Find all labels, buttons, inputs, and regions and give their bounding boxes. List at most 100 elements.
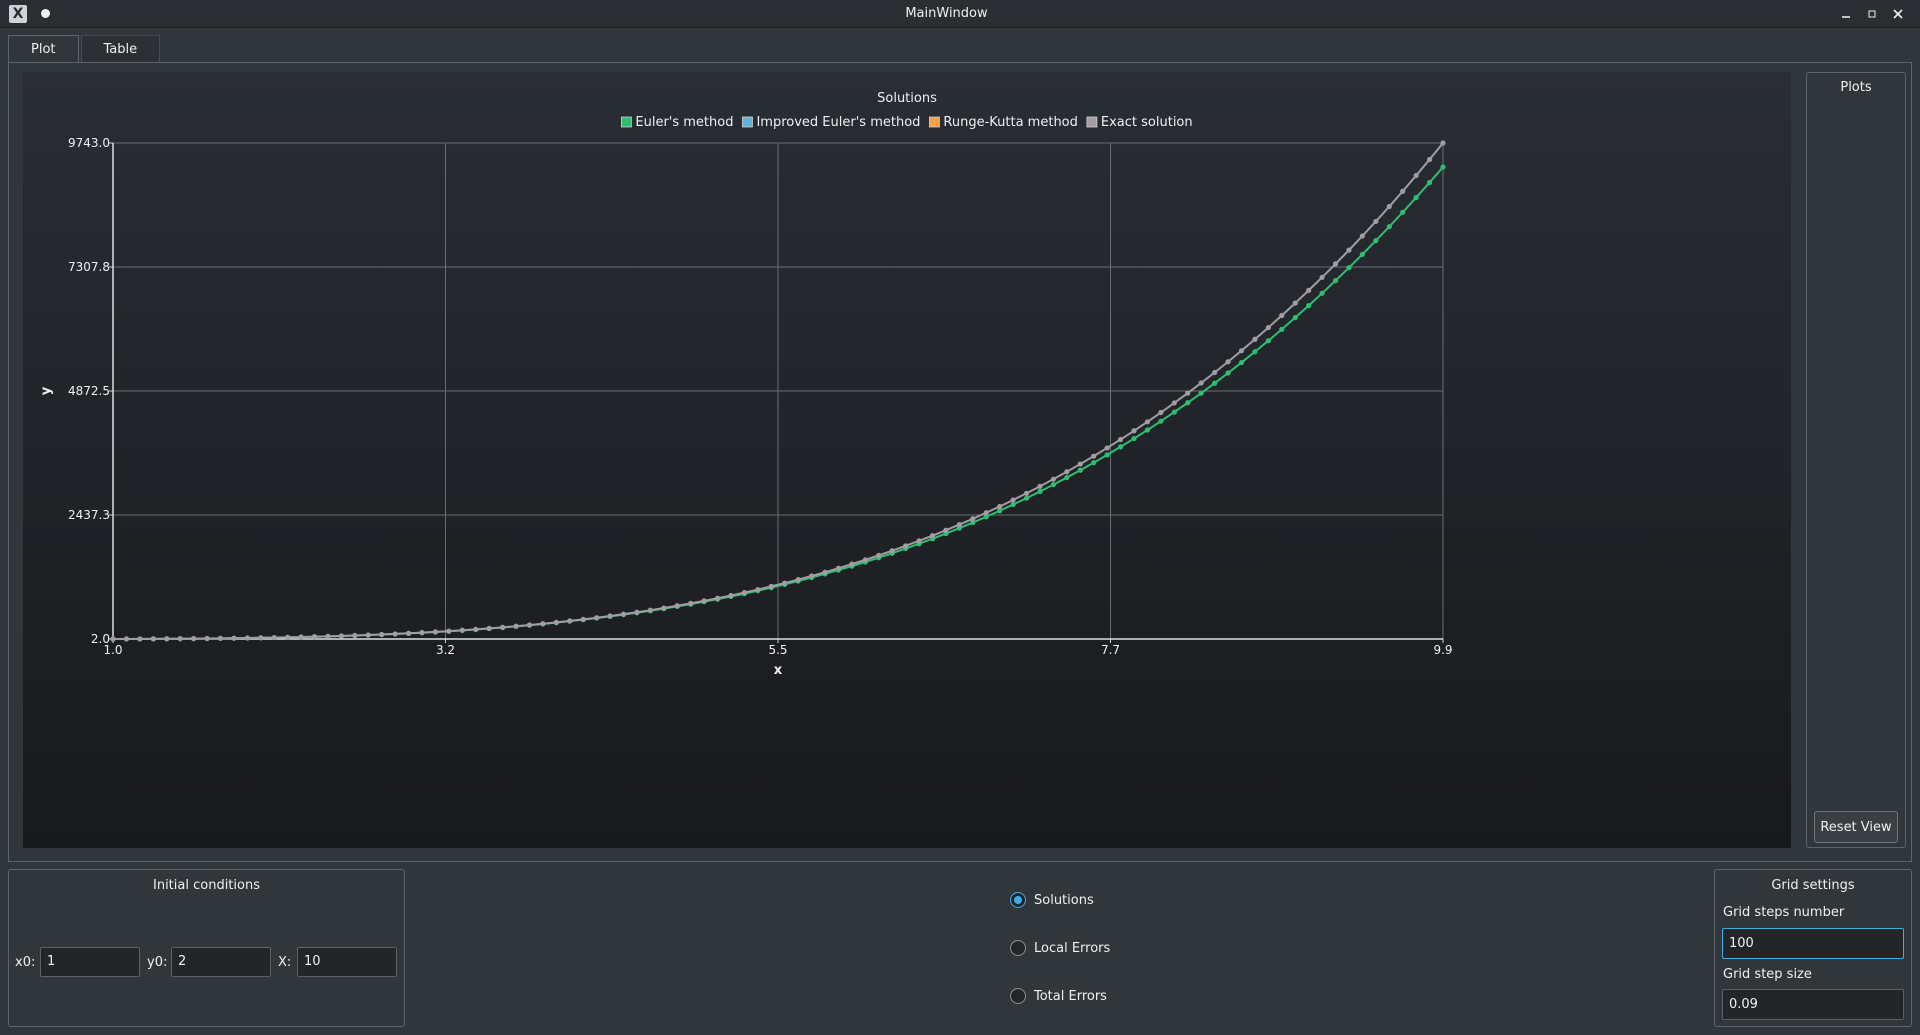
series-point-3 — [1238, 348, 1245, 354]
series-point-3 — [1117, 436, 1124, 443]
radio-solutions-label: Solutions — [1034, 892, 1094, 908]
series-point-3 — [1023, 490, 1030, 496]
series-point-3 — [1292, 300, 1298, 306]
y-tick-label: 9743.0 — [68, 136, 110, 150]
grid-step-size-input[interactable]: 0.09 — [1722, 989, 1904, 1020]
series-point-3 — [1037, 483, 1043, 489]
radio-total-errors[interactable]: Total Errors — [1010, 986, 1107, 1006]
series-point-3 — [701, 598, 707, 604]
legend-label-3: Exact solution — [1101, 115, 1193, 130]
radio-local-errors-button[interactable] — [1010, 940, 1026, 956]
tab-table[interactable]: Table — [80, 35, 161, 64]
series-point-0 — [1185, 400, 1191, 406]
series-point-3 — [862, 557, 868, 563]
series-point-3 — [647, 607, 653, 613]
series-point-3 — [405, 630, 412, 636]
series-point-3 — [1400, 188, 1406, 194]
series-point-3 — [808, 573, 815, 579]
series-point-3 — [379, 631, 385, 638]
series-point-0 — [1104, 452, 1110, 458]
X-input[interactable]: 10 — [297, 947, 397, 977]
series-point-0 — [1292, 315, 1298, 321]
legend-swatch-1 — [742, 116, 753, 128]
series-point-3 — [903, 543, 909, 549]
series-point-3 — [674, 603, 680, 609]
minimize-icon[interactable] — [1836, 4, 1856, 24]
series-point-3 — [164, 636, 170, 642]
series-point-3 — [1144, 419, 1151, 425]
series-point-0 — [1091, 460, 1097, 466]
chart-title: Solutions — [877, 91, 937, 106]
y-tick-label: 4872.5 — [68, 384, 110, 398]
series-point-3 — [1346, 247, 1352, 253]
radio-total-errors-label: Total Errors — [1034, 988, 1107, 1004]
legend-label-0: Euler's method — [635, 115, 733, 130]
series-point-3 — [755, 586, 761, 593]
series-point-0 — [1010, 501, 1016, 508]
legend-label-2: Runge-Kutta method — [943, 115, 1077, 130]
grid-steps-input[interactable]: 100 — [1722, 928, 1904, 959]
series-point-3 — [567, 618, 573, 624]
series-point-3 — [540, 621, 546, 627]
series-point-3 — [446, 628, 452, 634]
y-axis-label: y — [39, 386, 54, 395]
series-point-3 — [285, 634, 291, 640]
series-point-0 — [1064, 474, 1070, 481]
tab-plot[interactable]: Plot — [8, 35, 79, 64]
radio-local-errors-label: Local Errors — [1034, 940, 1111, 956]
series-point-3 — [1306, 287, 1312, 294]
series-point-3 — [1265, 324, 1271, 331]
series-point-3 — [499, 624, 506, 630]
y0-input[interactable]: 2 — [171, 947, 271, 977]
radio-solutions[interactable]: Solutions — [1010, 890, 1094, 910]
radio-total-errors-button[interactable] — [1010, 988, 1026, 1004]
series-point-3 — [513, 623, 519, 629]
series-point-3 — [1131, 428, 1137, 434]
chart-area[interactable]: 1.0 3.2 5.5 7.7 9.9 2.0 2437.3 4872.5 7307.8 9743… — [23, 72, 1791, 848]
series-point-3 — [231, 635, 237, 641]
series-point-0 — [1077, 467, 1083, 473]
series-point-3 — [889, 548, 895, 554]
series-point-3 — [1077, 461, 1083, 467]
series-point-3 — [338, 633, 344, 639]
series-point-3 — [526, 622, 533, 628]
series-point-3 — [1319, 274, 1325, 280]
legend-swatch-3 — [1086, 116, 1098, 128]
radio-local-errors[interactable]: Local Errors — [1010, 938, 1110, 958]
reset-view-button[interactable]: Reset View — [1814, 811, 1898, 843]
series-point-0 — [1238, 359, 1245, 366]
x-tick-label: 7.7 — [1101, 643, 1120, 657]
x0-input[interactable]: 1 — [40, 947, 140, 977]
series-point-0 — [1426, 179, 1433, 186]
legend-swatch-2 — [929, 116, 940, 128]
plot-tab-pane: 1.0 3.2 5.5 7.7 9.9 2.0 2437.3 4872.5 7307.8 9743… — [8, 62, 1912, 862]
x0-label: x0: — [15, 955, 36, 970]
y-tick-label: 7307.8 — [68, 260, 110, 274]
series-point-3 — [1373, 218, 1379, 225]
series-point-0 — [1050, 482, 1057, 488]
series-point-0 — [1212, 380, 1218, 386]
restore-icon[interactable] — [1862, 4, 1882, 24]
grid-settings-title: Grid settings — [1771, 878, 1855, 893]
series-point-3 — [365, 632, 371, 638]
series-point-3 — [1185, 390, 1191, 396]
x-tick-label: 5.5 — [768, 643, 787, 657]
series-point-3 — [916, 538, 922, 544]
series-point-3 — [177, 636, 183, 642]
series-point-3 — [352, 632, 358, 639]
series-point-0 — [1265, 338, 1271, 344]
series-point-3 — [1198, 380, 1204, 386]
series-point-0 — [1037, 488, 1043, 495]
series-point-0 — [1440, 164, 1446, 170]
series-point-0 — [1386, 224, 1392, 230]
series-point-3 — [795, 576, 801, 583]
series-point-3 — [876, 552, 882, 558]
series-point-0 — [1158, 418, 1164, 424]
window-title: MainWindow — [905, 6, 988, 21]
series-point-0 — [1332, 278, 1339, 284]
series-point-3 — [728, 592, 734, 599]
solutions-chart[interactable]: 1.0 3.2 5.5 7.7 9.92.02437.34872.57307.89743… — [23, 72, 1791, 848]
close-icon[interactable] — [1888, 4, 1908, 24]
series-point-3 — [244, 635, 250, 641]
radio-solutions-button[interactable] — [1010, 892, 1026, 908]
